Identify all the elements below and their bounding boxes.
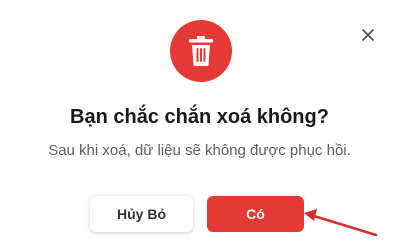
dialog-message: Sau khi xoá, dữ liệu sẽ không được phục … — [48, 142, 351, 159]
trash-icon-badge — [170, 20, 232, 82]
dialog-title: Bạn chắc chắn xoá không? — [70, 106, 329, 128]
pointer-arrow-icon — [304, 209, 378, 237]
close-button[interactable] — [359, 26, 377, 44]
close-icon — [362, 29, 374, 41]
cancel-button[interactable]: Hủy Bỏ — [90, 196, 193, 232]
delete-confirm-dialog: Bạn chắc chắn xoá không? Sau khi xoá, dữ… — [0, 0, 399, 249]
trash-icon — [189, 36, 213, 66]
confirm-button[interactable]: Có — [207, 196, 304, 232]
